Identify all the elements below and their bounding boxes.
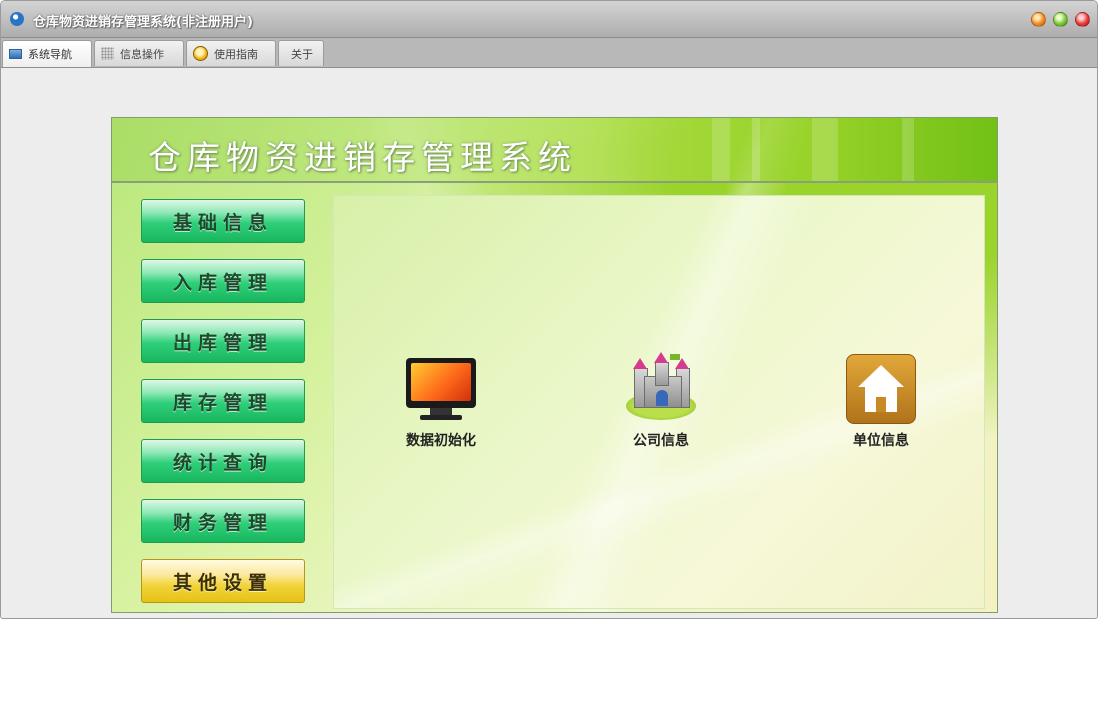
tab-label: 系统导航 (28, 48, 72, 61)
tab-info-operation[interactable]: 信息操作 (94, 40, 184, 66)
monitor-icon (402, 354, 480, 424)
nav-button-inbound[interactable]: 入库管理 (141, 259, 305, 303)
grid-icon (101, 47, 114, 60)
nav-button-statistics[interactable]: 统计查询 (141, 439, 305, 483)
feature-company-info[interactable]: 公司信息 (601, 352, 721, 450)
tab-label: 使用指南 (214, 47, 258, 61)
feature-label: 单位信息 (853, 433, 909, 449)
maximize-button[interactable] (1053, 12, 1068, 27)
content-area: 数据初始化 公司信息 单位信息 (333, 195, 985, 609)
tab-label: 信息操作 (120, 47, 164, 61)
tab-system-navigation[interactable]: 系统导航 (2, 40, 92, 67)
feature-unit-info[interactable]: 单位信息 (821, 354, 941, 450)
decor-stripe (712, 118, 730, 181)
castle-icon (622, 352, 700, 424)
nav-button-inventory[interactable]: 库存管理 (141, 379, 305, 423)
feature-label: 数据初始化 (406, 433, 476, 449)
nav-button-finance[interactable]: 财务管理 (141, 499, 305, 543)
feature-label: 公司信息 (633, 433, 689, 449)
minimize-button[interactable] (1031, 12, 1046, 27)
tab-bar: 系统导航 信息操作 使用指南 关于 (1, 38, 1097, 68)
panel-header: 仓库物资进销存管理系统 (112, 118, 997, 183)
decor-stripe (902, 118, 914, 181)
tab-about[interactable]: 关于 (278, 40, 324, 66)
decor-stripe (752, 118, 760, 181)
decor-stripe (812, 118, 838, 181)
title-bar[interactable]: 仓库物资进销存管理系统(非注册用户) (1, 1, 1097, 38)
panel-title: 仓库物资进销存管理系统 (148, 138, 577, 177)
window-title: 仓库物资进销存管理系统(非注册用户) (33, 15, 253, 30)
app-logo-icon (10, 12, 24, 26)
feature-data-init[interactable]: 数据初始化 (381, 354, 501, 450)
monitor-icon (9, 49, 22, 59)
nav-button-basic-info[interactable]: 基础信息 (141, 199, 305, 243)
tab-label: 关于 (291, 47, 313, 61)
navigation-panel: 仓库物资进销存管理系统 基础信息 入库管理 出库管理 库存管理 统计查询 财务管… (111, 117, 998, 613)
app-window: 仓库物资进销存管理系统(非注册用户) 系统导航 信息操作 使用指南 关于 仓库物… (0, 0, 1098, 619)
house-icon (846, 354, 916, 424)
nav-button-outbound[interactable]: 出库管理 (141, 319, 305, 363)
guide-icon (193, 46, 208, 61)
tab-user-guide[interactable]: 使用指南 (186, 40, 276, 66)
close-button[interactable] (1075, 12, 1090, 27)
nav-button-other-settings[interactable]: 其他设置 (141, 559, 305, 603)
